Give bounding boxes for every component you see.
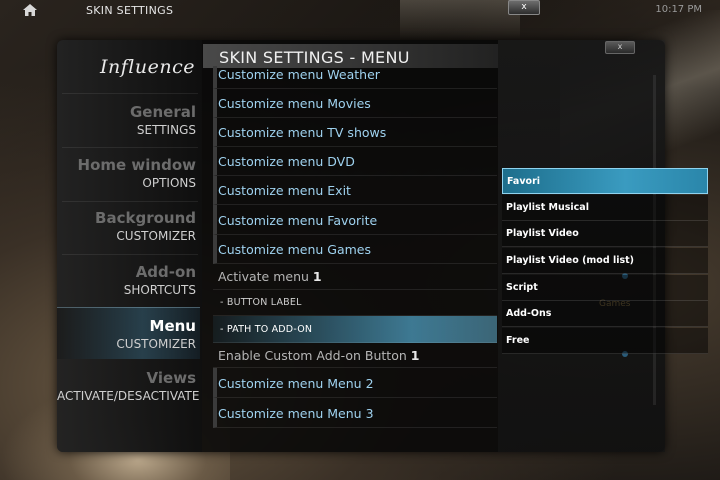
popup-item-add-ons[interactable]: Add-Ons [502,301,708,327]
list-item-label: Customize menu Menu 2 [218,376,374,391]
divider [62,254,198,255]
list-item-label: Customize menu Movies [218,96,371,111]
list-item[interactable]: Activate menu 1 [213,264,497,290]
sidebar-item-subtitle: CUSTOMIZER [116,229,196,243]
divider [62,147,198,148]
list-item[interactable]: Customize menu Weather [213,66,497,89]
sidebar-item-title: Views [146,369,196,387]
list-item-label: Customize menu Exit [218,183,351,198]
list-item[interactable]: Customize menu Menu 2 [213,368,497,398]
popup-item-playlist-musical[interactable]: Playlist Musical [502,195,708,221]
list-item[interactable]: Customize menu Movies [213,89,497,118]
list-item-label: Customize menu Favorite [218,213,378,228]
list-item-label: - BUTTON LABEL [220,297,302,308]
list-item-label: Customize menu Weather [218,67,380,82]
sidebar-item-title: Menu [149,317,196,335]
list-item-label: Customize menu Menu 3 [218,406,374,421]
logo: Influence [100,56,195,78]
popup-item-script[interactable]: Script [502,275,708,301]
list-item-value: 1 [410,348,420,363]
sidebar-item-subtitle: SHORTCUTS [123,283,196,297]
popup-item-favori[interactable]: Favori [502,168,708,194]
top-bar: SKIN SETTINGS x 10:17 PM [0,0,720,22]
list-item-label: Activate menu [218,269,309,284]
list-item-label: Customize menu Games [218,242,371,257]
list-item-selected[interactable]: - PATH TO ADD-ON [213,316,497,343]
sidebar-item-title: General [130,103,196,121]
sidebar-item-subtitle: ACTIVATE/DESACTIVATE [57,389,200,403]
divider [62,201,198,202]
sidebar-item-subtitle: CUSTOMIZER [116,337,196,351]
sidebar-item-menu[interactable]: Menu CUSTOMIZER [57,307,200,359]
list-item[interactable]: Customize menu DVD [213,147,497,176]
list-item[interactable]: Customize menu Games [213,235,497,264]
list-item-label: Customize menu TV shows [218,125,387,140]
window-title: SKIN SETTINGS [86,4,174,17]
list-item-value: 1 [312,269,322,284]
divider [62,93,198,94]
popup-item-playlist-video[interactable]: Playlist Video [502,221,708,247]
sidebar-item-views[interactable]: Views ACTIVATE/DESACTIVATE [57,369,200,421]
list-item[interactable]: - BUTTON LABEL [213,290,497,316]
list-item[interactable]: Customize menu Menu 3 [213,398,497,428]
list-item[interactable]: Customize menu Favorite [213,205,497,235]
list-item[interactable]: Enable Custom Add-on Button 1 [213,343,497,368]
list-item-label: Enable Custom Add-on Button [218,348,407,363]
close-button[interactable]: x [508,0,540,15]
popup-item-playlist-video-mod-list[interactable]: Playlist Video (mod list) [502,248,708,274]
settings-list: Customize menu Weather Customize menu Mo… [213,66,497,428]
list-item-label: - PATH TO ADD-ON [220,324,313,335]
sidebar-item-subtitle: SETTINGS [136,123,196,137]
list-item-label: Customize menu DVD [218,154,355,169]
clock: 10:17 PM [655,4,702,15]
list-item[interactable]: Customize menu Exit [213,176,497,205]
popup-close-button[interactable]: x [605,41,635,54]
page-title: SKIN SETTINGS - MENU [219,48,410,67]
list-item[interactable]: Customize menu TV shows [213,118,497,147]
sidebar-item-title: Add-on [135,263,196,281]
popup-item-free[interactable]: Free [502,328,708,354]
sidebar-item-title: Home window [77,156,196,174]
sidebar-item-title: Background [95,209,196,227]
home-icon[interactable] [22,3,38,17]
sidebar-item-subtitle: OPTIONS [142,176,196,190]
